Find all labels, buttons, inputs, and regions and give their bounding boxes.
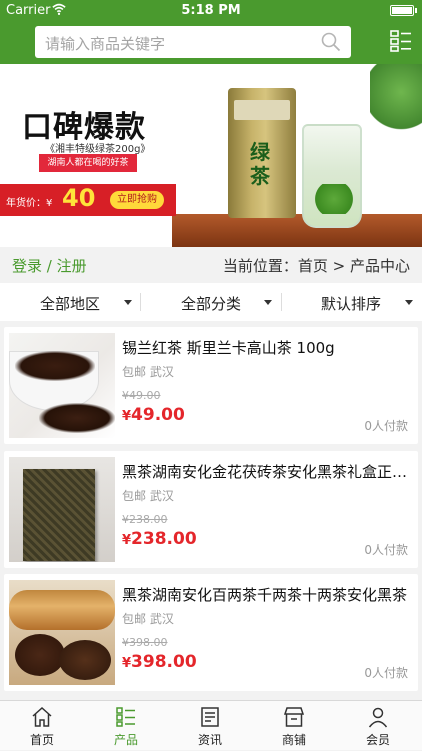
tab-label: 产品: [113, 733, 138, 747]
original-price: ¥238.00: [122, 513, 168, 526]
search-placeholder: 请输入商品关键字: [45, 35, 166, 53]
caret-down-icon: [124, 300, 132, 305]
login-breadcrumb-bar: 登录 / 注册 当前位置：首页 > 产品中心: [0, 247, 422, 281]
banner-subtitle: 《湘丰特级绿茶200g》: [45, 144, 151, 155]
banner-price: 40: [62, 184, 96, 212]
banner-price-bar: 年货价：¥ 40 立即抢购: [0, 184, 176, 216]
tea-cake-image: [15, 634, 65, 676]
header-bar: Carrier 5:18 PM 请输入商品关键字: [0, 0, 422, 64]
price-value: 398.00: [131, 652, 197, 672]
product-list-icon: [116, 707, 135, 727]
city-label: 武汉: [149, 365, 174, 379]
original-price: ¥398.00: [122, 636, 168, 649]
region-filter-dropdown[interactable]: 全部地区: [0, 283, 140, 321]
tab-products[interactable]: 产品: [84, 701, 168, 751]
tab-label: 商铺: [281, 733, 306, 747]
price-value: 238.00: [131, 529, 197, 549]
banner-tagline: 湖南人都在喝的好茶: [39, 154, 137, 172]
wood-table-decoration: [172, 214, 422, 247]
tab-member[interactable]: 会员: [336, 701, 420, 751]
tab-news[interactable]: 资讯: [168, 701, 252, 751]
category-filter-dropdown[interactable]: 全部分类: [140, 283, 281, 321]
product-title: 黑茶湖南安化金花茯砖茶安化黑茶礼盒正宗安化黑茶: [122, 463, 412, 481]
banner-price-label: 年货价：¥: [6, 198, 53, 209]
sold-count: 0人付款: [364, 543, 408, 557]
caret-down-icon: [405, 300, 413, 305]
product-meta: 包邮 武汉: [122, 363, 174, 380]
product-price: ¥238.00: [122, 529, 197, 549]
status-bar: Carrier 5:18 PM: [0, 0, 422, 22]
package-text: 绿茶: [250, 140, 270, 188]
tab-label: 资讯: [197, 733, 222, 747]
tea-brick-image: [23, 469, 95, 561]
breadcrumb: 当前位置：首页 > 产品中心: [222, 257, 410, 275]
sold-count: 0人付款: [364, 419, 408, 433]
city-label: 武汉: [149, 612, 174, 626]
tab-store[interactable]: 商铺: [252, 701, 336, 751]
product-image: [9, 580, 115, 685]
promo-banner[interactable]: 口碑爆款 《湘丰特级绿茶200g》 湖南人都在喝的好茶 年货价：¥ 40 立即抢…: [0, 64, 422, 247]
tea-leaves-image: [15, 351, 95, 381]
product-card[interactable]: 黑茶湖南安化金花茯砖茶安化黑茶礼盒正宗安化黑茶 包邮 武汉 ¥238.00 ¥2…: [4, 451, 418, 568]
region-filter-label: 全部地区: [40, 295, 101, 313]
clock: 5:18 PM: [181, 3, 241, 18]
store-icon: [283, 707, 305, 727]
buy-now-button[interactable]: 立即抢购: [110, 191, 164, 209]
tab-label: 会员: [365, 733, 390, 747]
product-image: [9, 333, 115, 438]
caret-down-icon: [264, 300, 272, 305]
filter-bar: 全部地区 全部分类 默认排序: [0, 283, 422, 321]
shipping-label: 包邮: [122, 489, 147, 503]
search-icon[interactable]: [321, 32, 341, 52]
tea-leaf-image: [312, 184, 356, 214]
product-image: [9, 457, 115, 562]
tea-roll-image: [9, 590, 115, 630]
product-price: ¥49.00: [122, 405, 185, 425]
package-band: [234, 100, 290, 120]
currency-symbol: ¥: [122, 533, 132, 548]
product-meta: 包邮 武汉: [122, 487, 174, 504]
search-input[interactable]: 请输入商品关键字: [35, 26, 351, 58]
tea-glass-image: [302, 124, 362, 228]
price-value: 49.00: [131, 405, 185, 425]
sort-label: 默认排序: [321, 295, 382, 313]
tea-package-image: 绿茶: [228, 88, 296, 218]
currency-symbol: ¥: [122, 656, 132, 671]
product-price: ¥398.00: [122, 652, 197, 672]
product-title: 黑茶湖南安化百两茶千两茶十两茶安化黑茶: [122, 586, 408, 604]
currency-symbol: ¥: [122, 409, 132, 424]
bottom-tab-bar: 首页 产品 资讯 商铺 会员: [0, 700, 422, 750]
category-menu-icon[interactable]: [390, 30, 412, 52]
sort-dropdown[interactable]: 默认排序: [281, 283, 422, 321]
tab-home[interactable]: 首页: [0, 701, 84, 751]
home-icon: [32, 706, 52, 727]
product-card[interactable]: 锡兰红茶 斯里兰卡高山茶 100g 包邮 武汉 ¥49.00 ¥49.00 0人…: [4, 327, 418, 444]
city-label: 武汉: [149, 489, 174, 503]
product-card[interactable]: 黑茶湖南安化百两茶千两茶十两茶安化黑茶 包邮 武汉 ¥398.00 ¥398.0…: [4, 574, 418, 691]
tea-cake-image: [59, 640, 111, 680]
original-price: ¥49.00: [122, 389, 161, 402]
tab-label: 首页: [29, 733, 54, 747]
tea-leaves-image: [39, 403, 115, 433]
category-filter-label: 全部分类: [181, 295, 242, 313]
leaves-decoration: [370, 64, 422, 134]
sold-count: 0人付款: [364, 666, 408, 680]
news-icon: [201, 707, 219, 727]
product-title: 锡兰红茶 斯里兰卡高山茶 100g: [122, 339, 335, 357]
login-register-link[interactable]: 登录 / 注册: [12, 255, 87, 276]
product-meta: 包邮 武汉: [122, 610, 174, 627]
battery-icon: [390, 5, 417, 16]
member-icon: [368, 707, 388, 728]
shipping-label: 包邮: [122, 365, 147, 379]
shipping-label: 包邮: [122, 612, 147, 626]
